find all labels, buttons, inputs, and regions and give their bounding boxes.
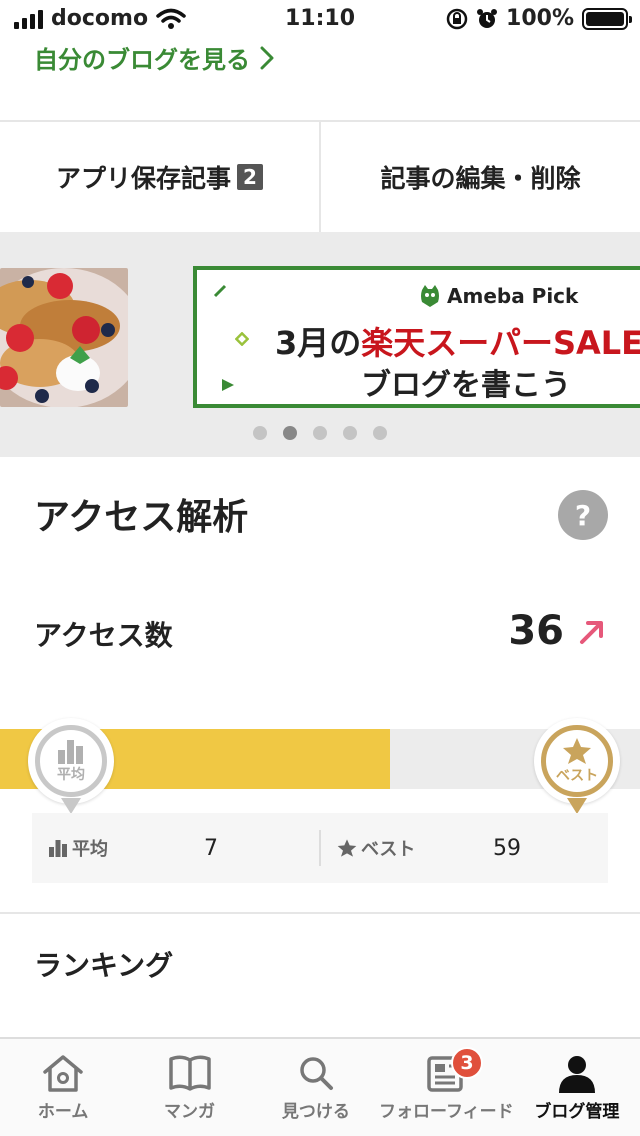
book-icon bbox=[168, 1055, 211, 1091]
french-toast-image[interactable] bbox=[0, 268, 128, 407]
section-title-access: アクセス解析 bbox=[34, 497, 249, 538]
average-label: 平均 bbox=[72, 839, 108, 860]
battery-icon bbox=[582, 7, 632, 30]
view-my-blog-link[interactable]: 自分のブログを見る bbox=[34, 40, 274, 75]
average-marker: 平均 bbox=[28, 718, 114, 816]
best-stat: ベスト 59 bbox=[319, 830, 608, 866]
confetti-icon bbox=[213, 284, 227, 298]
chevron-right-icon bbox=[260, 46, 274, 69]
tab-blog-management[interactable]: ブログ管理 bbox=[514, 1039, 640, 1136]
best-label: ベスト bbox=[361, 839, 416, 860]
divider bbox=[0, 912, 640, 914]
access-count-value: 36 bbox=[508, 608, 564, 654]
tab-home[interactable]: ホーム bbox=[0, 1039, 126, 1136]
ameba-pick-logo: Ameba Pick bbox=[419, 284, 578, 308]
person-icon bbox=[558, 1056, 595, 1093]
best-marker-label: ベスト bbox=[555, 768, 599, 784]
view-my-blog-label: 自分のブログを見る bbox=[34, 46, 250, 74]
average-marker-label: 平均 bbox=[57, 767, 85, 783]
tab-discover[interactable]: 見つける bbox=[253, 1039, 379, 1136]
help-icon[interactable]: ? bbox=[558, 490, 608, 540]
status-bar: docomo 11:10 100% bbox=[0, 0, 640, 40]
orientation-lock-icon bbox=[446, 8, 468, 29]
access-count-label: アクセス数 bbox=[34, 619, 173, 652]
average-stat: 平均 7 bbox=[32, 830, 319, 866]
blog-actions: アプリ保存記事 2 記事の編集・削除 bbox=[0, 122, 640, 232]
page-dot-active[interactable] bbox=[283, 426, 297, 440]
banner-carousel[interactable]: Ameba Pick 3月の楽天スーパーSALE ブログを書こう bbox=[0, 232, 640, 457]
saved-articles-button[interactable]: アプリ保存記事 2 bbox=[0, 122, 319, 232]
tab-follow-feed[interactable]: 3 フォローフィード bbox=[379, 1039, 514, 1136]
page-dot[interactable] bbox=[313, 426, 327, 440]
search-icon bbox=[300, 1057, 333, 1090]
tab-manga[interactable]: マンガ bbox=[126, 1039, 252, 1136]
rakuten-sale-banner[interactable]: Ameba Pick 3月の楽天スーパーSALE ブログを書こう bbox=[193, 266, 640, 408]
carousel-pagination bbox=[0, 426, 640, 440]
saved-count-badge: 2 bbox=[237, 164, 263, 190]
bar-chart-icon bbox=[58, 740, 83, 764]
page-dot[interactable] bbox=[343, 426, 357, 440]
confetti-icon bbox=[235, 332, 249, 346]
bar-chart-icon bbox=[49, 840, 67, 857]
average-value: 7 bbox=[204, 835, 218, 861]
star-icon bbox=[563, 738, 591, 764]
alarm-icon bbox=[477, 8, 498, 28]
ameba-logo-icon bbox=[421, 285, 439, 307]
section-title-ranking: ランキング bbox=[34, 949, 174, 982]
notification-badge: 3 bbox=[451, 1047, 484, 1079]
page-dot[interactable] bbox=[373, 426, 387, 440]
home-icon bbox=[43, 1055, 83, 1092]
star-icon bbox=[337, 839, 357, 857]
best-marker: ベスト bbox=[534, 718, 620, 816]
saved-articles-label: アプリ保存記事 bbox=[56, 164, 232, 193]
edit-delete-label: 記事の編集・削除 bbox=[380, 164, 581, 193]
bottom-tab-bar: ホーム マンガ 見つける 3 フォローフィード ブログ管理 bbox=[0, 1037, 640, 1136]
battery-percent: 100% bbox=[506, 6, 574, 31]
confetti-icon bbox=[222, 379, 234, 391]
banner-headline: 3月の楽天スーパーSALE bbox=[275, 324, 640, 362]
page-dot[interactable] bbox=[253, 426, 267, 440]
edit-delete-articles-button[interactable]: 記事の編集・削除 bbox=[319, 122, 640, 232]
banner-subline: ブログを書こう bbox=[361, 368, 571, 403]
access-stats: 平均 7 ベスト 59 bbox=[32, 813, 608, 883]
best-value: 59 bbox=[493, 835, 521, 861]
trend-up-icon bbox=[580, 621, 603, 644]
